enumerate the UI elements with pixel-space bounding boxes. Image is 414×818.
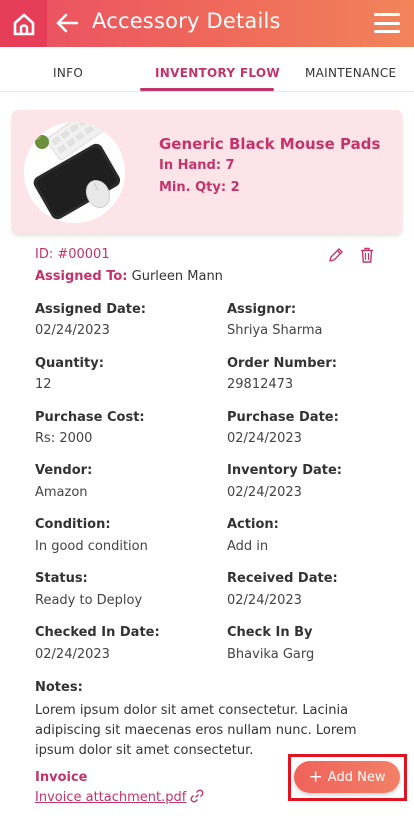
item-thumbnail — [24, 122, 125, 223]
page-title: Accessory Details — [92, 9, 281, 33]
min-qty: Min. Qty: 2 — [159, 180, 240, 195]
home-button[interactable] — [0, 0, 47, 47]
check-in-by-value: Bhavika Garg — [227, 647, 315, 662]
back-button[interactable] — [52, 8, 82, 38]
trash-icon — [361, 247, 373, 263]
tab-bar: INFO INVENTORY FLOW MAINTENANCE — [0, 47, 414, 92]
purchase-date-label: Purchase Date: — [227, 410, 339, 425]
assignor-label: Assignor: — [227, 302, 297, 317]
quantity-value: 12 — [35, 377, 52, 392]
received-date-label: Received Date: — [227, 571, 338, 586]
status-label: Status: — [35, 571, 88, 586]
checked-in-date-value: 02/24/2023 — [35, 647, 110, 662]
inventory-date-value: 02/24/2023 — [227, 485, 302, 500]
mouse-pad-image — [24, 122, 125, 223]
assignor-value: Shriya Sharma — [227, 323, 323, 338]
assigned-date-value: 02/24/2023 — [35, 323, 110, 338]
arrow-left-icon — [56, 13, 79, 33]
assigned-to: Assigned To: Gurleen Mann — [35, 269, 223, 284]
quantity-label: Quantity: — [35, 356, 104, 371]
add-new-button[interactable]: + Add New — [294, 761, 400, 793]
active-tab-indicator — [140, 88, 274, 91]
notes-text: Lorem ipsum dolor sit amet consectetur. … — [35, 703, 357, 758]
record-id: ID: #00001 — [35, 247, 110, 262]
edit-button[interactable] — [327, 246, 345, 264]
inventory-date-label: Inventory Date: — [227, 463, 342, 478]
tab-inventory-flow[interactable]: INVENTORY FLOW — [155, 66, 280, 80]
condition-label: Condition: — [35, 517, 111, 532]
order-number-value: 29812473 — [227, 377, 294, 392]
purchase-cost-value: Rs: 2000 — [35, 431, 93, 446]
hamburger-menu-icon — [374, 13, 400, 16]
assigned-date-label: Assigned Date: — [35, 302, 146, 317]
notes-label: Notes: — [35, 680, 83, 695]
vendor-value: Amazon — [35, 485, 88, 500]
add-new-label: Add New — [327, 769, 386, 785]
purchase-date-value: 02/24/2023 — [227, 431, 302, 446]
plus-icon: + — [308, 766, 323, 787]
tab-info[interactable]: INFO — [53, 66, 83, 80]
in-hand-count: In Hand: 7 — [159, 158, 235, 173]
app-header: Accessory Details — [0, 0, 414, 47]
purchase-cost-label: Purchase Cost: — [35, 410, 145, 425]
action-value: Add in — [227, 539, 269, 554]
menu-button[interactable] — [374, 11, 400, 35]
vendor-label: Vendor: — [35, 463, 93, 478]
check-in-by-label: Check In By — [227, 625, 313, 640]
order-number-label: Order Number: — [227, 356, 337, 371]
assigned-to-value: Gurleen Mann — [131, 269, 223, 284]
delete-button[interactable] — [358, 246, 376, 264]
invoice-attachment-link[interactable]: Invoice attachment.pdf — [35, 790, 186, 805]
pencil-icon — [329, 248, 343, 262]
condition-value: In good condition — [35, 539, 148, 554]
home-icon — [13, 13, 34, 35]
action-label: Action: — [227, 517, 279, 532]
link-icon[interactable] — [189, 788, 205, 804]
tab-maintenance[interactable]: MAINTENANCE — [305, 66, 396, 80]
invoice-label: Invoice — [35, 770, 88, 785]
item-name: Generic Black Mouse Pads — [159, 135, 381, 153]
received-date-value: 02/24/2023 — [227, 593, 302, 608]
status-value: Ready to Deploy — [35, 593, 143, 608]
checked-in-date-label: Checked In Date: — [35, 625, 160, 640]
item-summary-card: Generic Black Mouse Pads In Hand: 7 Min.… — [12, 110, 402, 234]
assigned-to-label: Assigned To: — [35, 269, 128, 284]
